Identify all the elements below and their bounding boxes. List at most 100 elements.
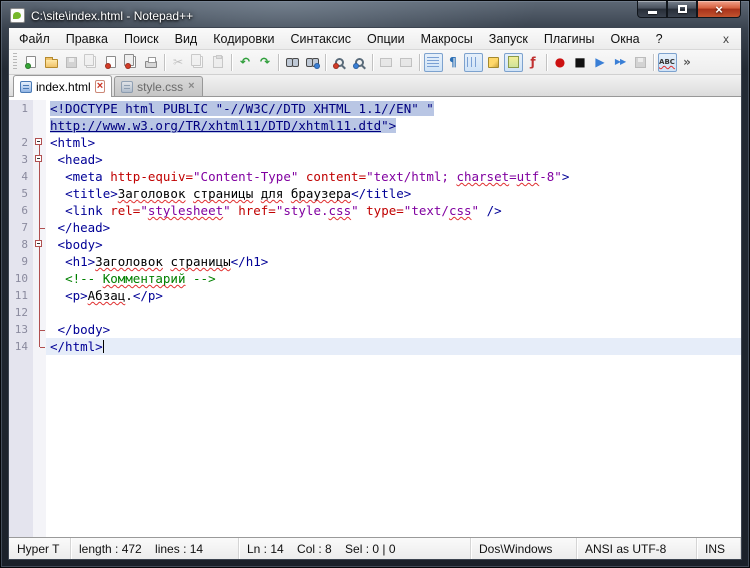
code-line[interactable]: <link rel="stylesheet" href="style.css" … (46, 202, 741, 219)
zoom-out-button[interactable] (350, 53, 369, 72)
close-button[interactable] (102, 53, 121, 72)
fold-margin[interactable] (33, 253, 46, 270)
code-row: 8 <body> (9, 236, 741, 253)
line-number: 4 (9, 168, 33, 185)
menu-file[interactable]: Файл (11, 30, 58, 48)
paste-button[interactable] (209, 53, 228, 72)
fold-margin[interactable] (33, 219, 46, 236)
save-button[interactable] (62, 53, 81, 72)
undo-button[interactable]: ↶ (236, 53, 255, 72)
status-insert-mode: INS (697, 538, 741, 559)
redo-button[interactable]: ↷ (256, 53, 275, 72)
fold-margin[interactable] (33, 185, 46, 202)
code-line[interactable] (46, 304, 741, 321)
titlebar[interactable]: C:\site\index.html - Notepad++ × (1, 1, 749, 27)
menu-run[interactable]: Запуск (481, 30, 536, 48)
menu-search[interactable]: Поиск (116, 30, 167, 48)
cut-button[interactable]: ✂ (169, 53, 188, 72)
menubar-close-icon[interactable]: x (719, 32, 733, 46)
macro-stop-button[interactable]: ■ (571, 53, 590, 72)
code-row: 2<html> (9, 134, 741, 151)
status-doc-stats: length : 472 lines : 14 (71, 538, 239, 559)
save-all-button[interactable] (82, 53, 101, 72)
menu-macros[interactable]: Макросы (413, 30, 481, 48)
show-all-chars-button[interactable]: ¶ (444, 53, 463, 72)
menu-edit[interactable]: Правка (58, 30, 116, 48)
sync-horizontal-button[interactable] (397, 53, 416, 72)
macro-play-button[interactable]: ▶ (591, 53, 610, 72)
menu-windows[interactable]: Окна (603, 30, 648, 48)
menu-options[interactable]: Опции (359, 30, 413, 48)
menu-syntax[interactable]: Синтаксис (282, 30, 359, 48)
function-list-button[interactable]: ƒ (524, 53, 543, 72)
zoom-in-button[interactable] (330, 53, 349, 72)
code-line[interactable]: <head> (46, 151, 741, 168)
code-line[interactable]: </body> (46, 321, 741, 338)
minimize-button[interactable] (637, 1, 667, 18)
spell-check-button[interactable]: ABC (658, 53, 677, 72)
indent-guide-button[interactable] (464, 53, 483, 72)
close-icon: × (715, 3, 723, 16)
window-title: C:\site\index.html - Notepad++ (31, 9, 193, 23)
fold-margin[interactable] (33, 151, 46, 168)
close-all-button[interactable] (122, 53, 141, 72)
fold-margin[interactable] (33, 338, 46, 355)
fold-margin[interactable] (33, 270, 46, 287)
fold-margin[interactable] (33, 287, 46, 304)
menu-encodings[interactable]: Кодировки (205, 30, 282, 48)
tab-close-icon[interactable]: × (187, 81, 195, 92)
sync-vertical-button[interactable] (377, 53, 396, 72)
tab-close-icon[interactable]: × (95, 80, 105, 93)
code-line[interactable]: </html> (46, 338, 741, 355)
code-line[interactable]: <!-- Комментарий --> (46, 270, 741, 287)
menu-help[interactable]: ? (648, 30, 671, 48)
tab-style.css[interactable]: style.css × (114, 76, 202, 96)
toolbar-separator (325, 54, 326, 71)
code-line[interactable]: <title>Заголовок страницы для браузера</… (46, 185, 741, 202)
toolbar-overflow-button[interactable]: » (678, 53, 697, 72)
line-number: 9 (9, 253, 33, 270)
code-line[interactable]: <p>Абзац.</p> (46, 287, 741, 304)
menu-plugins[interactable]: Плагины (536, 30, 603, 48)
find-button[interactable] (283, 53, 302, 72)
code-row: 10 <!-- Комментарий --> (9, 270, 741, 287)
code-line[interactable]: http://www.w3.org/TR/xhtml11/DTD/xhtml11… (46, 117, 741, 134)
word-wrap-button[interactable] (424, 53, 443, 72)
open-button[interactable] (42, 53, 61, 72)
code-line[interactable]: <body> (46, 236, 741, 253)
code-line[interactable]: <meta http-equiv="Content-Type" content=… (46, 168, 741, 185)
code-line[interactable]: <h1>Заголовок страницы</h1> (46, 253, 741, 270)
macro-record-button[interactable]: ● (551, 53, 570, 72)
toolbar-separator (278, 54, 279, 71)
document-map-button[interactable] (504, 53, 523, 72)
code-line[interactable]: <html> (46, 134, 741, 151)
minimize-icon (648, 11, 657, 14)
toolbar-grip[interactable] (13, 53, 17, 71)
print-button[interactable] (142, 53, 161, 72)
user-language-button[interactable] (484, 53, 503, 72)
status-eol-format: Dos\Windows (471, 538, 577, 559)
code-editor[interactable]: 1<!DOCTYPE html PUBLIC "-//W3C//DTD XHTM… (9, 97, 741, 537)
menu-view[interactable]: Вид (167, 30, 206, 48)
code-line[interactable]: <!DOCTYPE html PUBLIC "-//W3C//DTD XHTML… (46, 100, 741, 117)
macro-save-button[interactable] (631, 53, 650, 72)
fold-margin[interactable] (33, 321, 46, 338)
fold-margin[interactable] (33, 134, 46, 151)
maximize-button[interactable] (667, 1, 697, 18)
code-line[interactable]: </head> (46, 219, 741, 236)
caption-buttons: × (637, 1, 741, 18)
copy-button[interactable] (189, 53, 208, 72)
close-window-button[interactable]: × (697, 1, 741, 18)
replace-button[interactable] (303, 53, 322, 72)
fold-margin[interactable] (33, 236, 46, 253)
fold-margin[interactable] (33, 168, 46, 185)
fold-margin[interactable] (33, 202, 46, 219)
fold-margin[interactable] (33, 304, 46, 321)
fold-margin[interactable] (33, 117, 46, 134)
new-file-button[interactable] (22, 53, 41, 72)
line-number: 5 (9, 185, 33, 202)
tab-label: style.css (137, 80, 183, 94)
macro-run-multiple-button[interactable]: ▶▶ (611, 53, 630, 72)
fold-margin[interactable] (33, 100, 46, 117)
tab-index.html[interactable]: index.html× (13, 75, 112, 97)
